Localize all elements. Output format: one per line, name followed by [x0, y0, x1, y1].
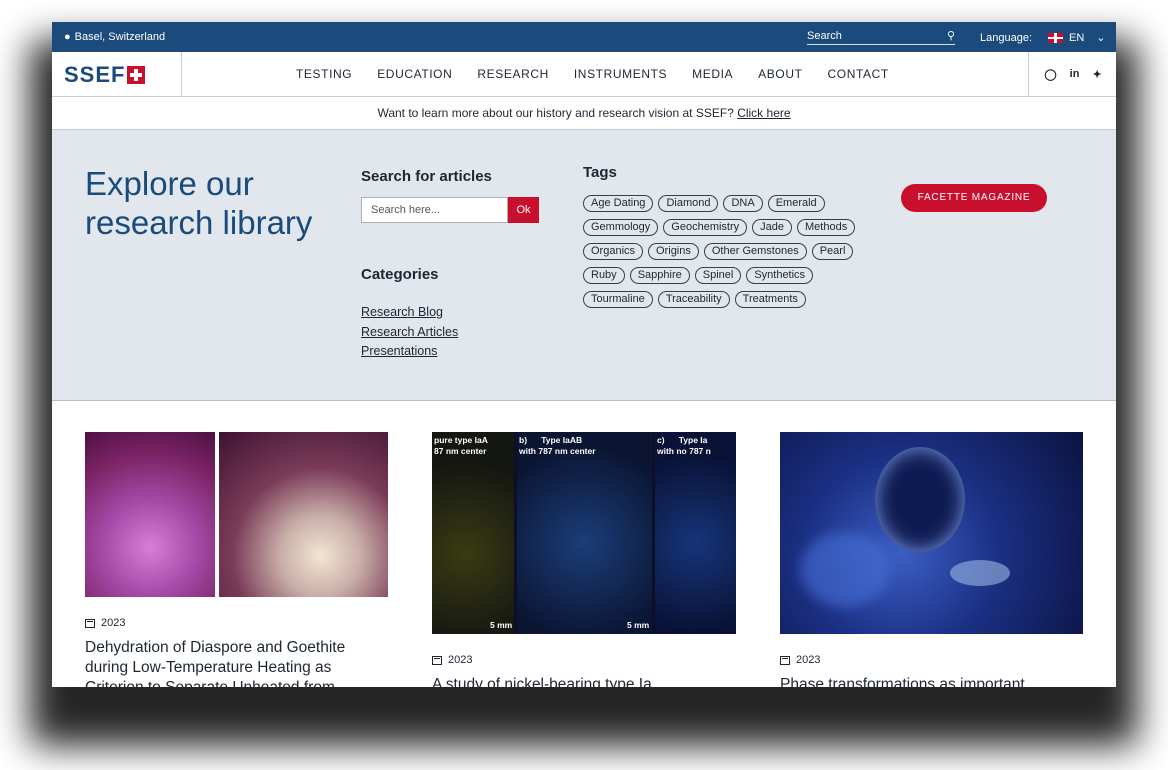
location: ● Basel, Switzerland [64, 31, 165, 43]
card-2-title[interactable]: A study of nickel-bearing type Ia [432, 675, 732, 687]
search-icon[interactable]: ⚲ [947, 30, 955, 44]
card-3-blob [875, 447, 965, 552]
search-heading: Search for articles [361, 168, 492, 185]
main-nav: SSEF TESTING EDUCATION RESEARCH INSTRUME… [52, 52, 1116, 97]
categories-list: Research Blog Research Articles Presenta… [361, 303, 458, 362]
tag-origins[interactable]: Origins [648, 243, 699, 260]
nav-menu: TESTING EDUCATION RESEARCH INSTRUMENTS M… [296, 67, 889, 81]
nav-item-media[interactable]: MEDIA [692, 67, 733, 81]
card-2-panel-c [655, 432, 736, 634]
logo-text: SSEF [64, 62, 126, 87]
nav-item-about[interactable]: ABOUT [758, 67, 802, 81]
card-3-glow [800, 532, 890, 607]
tag-tourmaline[interactable]: Tourmaline [583, 291, 653, 308]
card-2-meta: 2023 [432, 654, 472, 666]
language-selector[interactable]: Language: EN ⌄ [980, 31, 1106, 45]
card-3-crystal [950, 560, 1010, 586]
tag-jade[interactable]: Jade [752, 219, 793, 236]
location-pin-icon: ● [64, 31, 71, 43]
nav-item-research[interactable]: RESEARCH [477, 67, 548, 81]
tags-heading: Tags [583, 164, 617, 181]
browser-window: ● Basel, Switzerland Search ⚲ Language: … [52, 22, 1116, 687]
promo-text: Want to learn more about our history and… [377, 106, 734, 120]
top-search-input[interactable]: Search ⚲ [807, 30, 955, 45]
card-2-panel-b [517, 432, 652, 634]
tag-treatments[interactable]: Treatments [734, 291, 806, 308]
tags-list: Age Dating Diamond DNA Emerald Gemmology… [583, 195, 883, 308]
tag-diamond[interactable]: Diamond [658, 195, 719, 212]
tag-spinel[interactable]: Spinel [694, 267, 742, 284]
search-ok-button[interactable]: Ok [508, 197, 539, 223]
top-search-placeholder: Search [807, 30, 842, 42]
card-1-meta: 2023 [85, 617, 125, 629]
card-3-image[interactable] [780, 432, 1083, 634]
twitter-icon[interactable]: ✦ [1092, 68, 1101, 81]
nav-item-contact[interactable]: CONTACT [828, 67, 889, 81]
language-label: Language: [980, 31, 1032, 44]
card-2-label-a: pure type IaA 87 nm center [434, 435, 488, 456]
category-presentations[interactable]: Presentations [361, 342, 458, 362]
tag-methods[interactable]: Methods [797, 219, 856, 236]
tag-age-dating[interactable]: Age Dating [583, 195, 654, 212]
tag-gemmology[interactable]: Gemmology [583, 219, 659, 236]
facette-magazine-button[interactable]: FACETTE MAGAZINE [901, 184, 1047, 212]
article-search-input[interactable]: Search here... [361, 197, 508, 223]
card-1-title[interactable]: Dehydration of Diaspore and Goethite dur… [85, 638, 385, 687]
tag-ruby[interactable]: Ruby [583, 267, 625, 284]
promo-banner: Want to learn more about our history and… [52, 97, 1116, 130]
nav-item-education[interactable]: EDUCATION [377, 67, 452, 81]
card-2-label-b: b) Type IaAB with 787 nm center [519, 435, 596, 456]
ssef-logo[interactable]: SSEF [64, 62, 146, 88]
card-2-panel-a [432, 432, 514, 634]
tag-geochemistry[interactable]: Geochemistry [663, 219, 748, 236]
card-1-image-left[interactable] [85, 432, 215, 597]
logo-box[interactable]: SSEF [52, 52, 182, 96]
nav-item-instruments[interactable]: INSTRUMENTS [574, 67, 667, 81]
language-value: EN [1069, 31, 1085, 44]
location-text: Basel, Switzerland [74, 31, 166, 43]
categories-heading: Categories [361, 266, 439, 283]
chevron-down-icon[interactable]: ⌄ [1096, 31, 1105, 44]
card-2-year: 2023 [448, 654, 473, 666]
tag-emerald[interactable]: Emerald [767, 195, 825, 212]
card-2-image[interactable]: pure type IaA 87 nm center b) Type IaAB … [432, 432, 736, 634]
tag-pearl[interactable]: Pearl [811, 243, 854, 260]
top-bar: ● Basel, Switzerland Search ⚲ Language: … [52, 22, 1116, 52]
promo-link[interactable]: Click here [737, 106, 790, 120]
card-3-title[interactable]: Phase transformations as important [780, 675, 1080, 687]
tag-dna[interactable]: DNA [723, 195, 763, 212]
nav-item-testing[interactable]: TESTING [296, 67, 352, 81]
tag-traceability[interactable]: Traceability [657, 291, 730, 308]
category-research-articles[interactable]: Research Articles [361, 323, 458, 343]
card-2-label-c: c) Type Ia with no 787 n [657, 435, 711, 456]
research-hero: Explore our research library Search for … [52, 130, 1116, 401]
tag-other-gemstones[interactable]: Other Gemstones [703, 243, 807, 260]
card-1-image-right[interactable] [219, 432, 388, 597]
card-1-year: 2023 [101, 617, 126, 629]
social-links: ◯ in ✦ [1028, 52, 1116, 96]
card-2-scale-a: 5 mm [490, 620, 513, 630]
tag-organics[interactable]: Organics [583, 243, 644, 260]
card-2-scale-b: 5 mm [627, 620, 650, 630]
calendar-icon [780, 655, 790, 665]
category-research-blog[interactable]: Research Blog [361, 303, 458, 323]
card-3-meta: 2023 [780, 654, 820, 666]
tag-synthetics[interactable]: Synthetics [746, 267, 814, 284]
calendar-icon [432, 655, 442, 665]
swiss-cross-icon [127, 66, 146, 84]
instagram-icon[interactable]: ◯ [1044, 68, 1056, 81]
card-3-year: 2023 [796, 654, 821, 666]
linkedin-icon[interactable]: in [1070, 68, 1080, 80]
hero-title: Explore our research library [85, 165, 313, 241]
calendar-icon [85, 618, 95, 628]
uk-flag-icon [1048, 32, 1063, 43]
tag-sapphire[interactable]: Sapphire [629, 267, 690, 284]
